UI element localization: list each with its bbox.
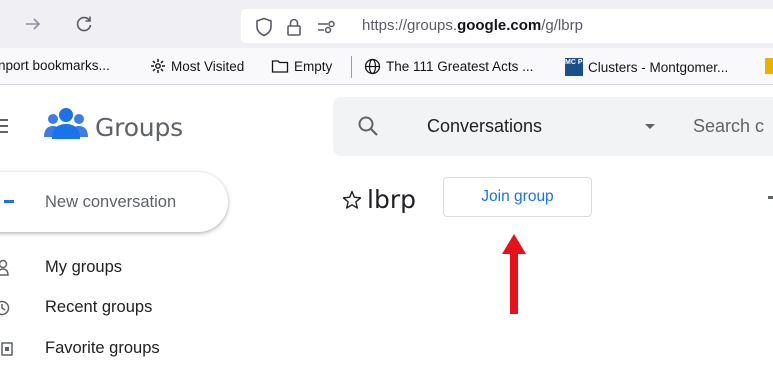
star-icon[interactable] xyxy=(342,190,362,210)
url-path: /g/lbrp xyxy=(541,17,583,34)
search-scope-select[interactable]: Conversations xyxy=(427,116,542,137)
bookmark-label: Most Visited xyxy=(171,58,245,74)
reload-icon[interactable] xyxy=(74,14,94,34)
permissions-icon[interactable] xyxy=(316,17,338,37)
main-menu-icon[interactable] xyxy=(0,118,8,134)
group-name: lbrp xyxy=(367,185,416,214)
search-bar[interactable]: Conversations xyxy=(333,97,773,156)
bookmark-label: The 111 Greatest Acts ... xyxy=(386,59,534,74)
globe-icon xyxy=(364,58,381,75)
red-arrow-annotation-icon xyxy=(501,234,527,314)
url-host: google.com xyxy=(457,17,542,34)
browser-toolbar: https://groups.google.com/g/lbrp xyxy=(0,0,773,48)
url-prefix: https://groups. xyxy=(362,17,458,34)
bookmark-clusters[interactable]: MC PS Clusters - Montgomer... xyxy=(565,58,728,76)
more-options-icon[interactable] xyxy=(768,196,773,199)
bookmarks-separator xyxy=(351,56,352,78)
url-text[interactable]: https://groups.google.com/g/lbrp xyxy=(362,17,583,34)
sidebar-item-my-groups[interactable]: My groups xyxy=(0,258,122,277)
groups-logo-icon[interactable] xyxy=(44,107,88,139)
person-icon xyxy=(0,259,14,277)
bookmark-import[interactable]: nport bookmarks... xyxy=(0,58,110,73)
bookmark-label: Empty xyxy=(294,58,333,74)
sidebar-item-recent-groups[interactable]: Recent groups xyxy=(0,298,152,317)
plus-icon xyxy=(4,200,14,203)
join-group-button[interactable]: Join group xyxy=(443,177,592,217)
gear-icon xyxy=(150,58,166,74)
search-input[interactable] xyxy=(693,112,773,140)
chevron-down-icon[interactable] xyxy=(644,123,656,130)
bookmark-overflow-icon[interactable] xyxy=(765,58,773,74)
app-title[interactable]: Groups xyxy=(95,113,183,142)
bookmark-greatest-acts[interactable]: The 111 Greatest Acts ... xyxy=(364,58,533,75)
bookmark-label: nport bookmarks... xyxy=(0,58,110,73)
star-box-icon xyxy=(0,340,14,358)
bookmark-label: Clusters - Montgomer... xyxy=(588,59,729,75)
sidebar-item-favorite-groups[interactable]: Favorite groups xyxy=(0,339,160,358)
clock-icon xyxy=(0,299,14,317)
search-icon[interactable] xyxy=(357,115,379,137)
sidebar-item-label: Recent groups xyxy=(45,298,153,316)
forward-arrow-icon[interactable] xyxy=(23,14,43,34)
lock-icon[interactable] xyxy=(286,17,302,37)
new-conversation-label: New conversation xyxy=(45,193,177,211)
sidebar-item-label: My groups xyxy=(45,258,123,276)
bookmarks-toolbar: nport bookmarks... Most Visited Empty Th… xyxy=(0,48,773,85)
bookmark-empty-folder[interactable]: Empty xyxy=(271,58,332,74)
new-conversation-button[interactable]: New conversation xyxy=(0,172,228,232)
sidebar-item-label: Favorite groups xyxy=(45,339,160,357)
folder-icon xyxy=(271,58,289,74)
shield-icon[interactable] xyxy=(255,17,273,37)
bookmark-most-visited[interactable]: Most Visited xyxy=(150,58,244,74)
url-bar[interactable]: https://groups.google.com/g/lbrp xyxy=(241,9,773,43)
mcps-icon: MC PS xyxy=(565,58,587,76)
